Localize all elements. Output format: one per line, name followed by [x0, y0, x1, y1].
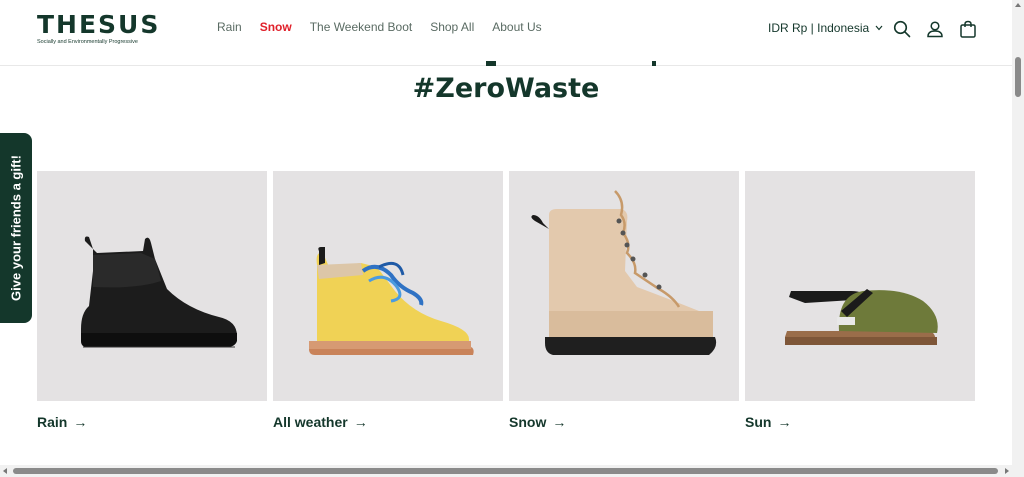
- gift-tab[interactable]: Give your friends a gift!: [0, 133, 32, 323]
- nav-item-shop-all[interactable]: Shop All: [430, 20, 474, 35]
- locale-label: IDR Rp | Indonesia: [768, 21, 870, 35]
- horizontal-scrollbar[interactable]: [0, 465, 1024, 477]
- search-icon[interactable]: [892, 19, 912, 39]
- category-link-rain[interactable]: Rain →: [37, 414, 267, 430]
- category-label-sun: Sun: [745, 414, 772, 430]
- category-card-snow[interactable]: Snow →: [509, 171, 739, 430]
- locale-selector[interactable]: IDR Rp | Indonesia: [768, 21, 883, 35]
- category-label-snow: Snow: [509, 414, 547, 430]
- brand-logo[interactable]: THESUS Socially and Environmentally Prog…: [37, 10, 161, 46]
- category-card-rain[interactable]: Rain →: [37, 171, 267, 430]
- nav-item-snow[interactable]: Snow: [260, 20, 292, 35]
- gift-tab-label: Give your friends a gift!: [8, 155, 24, 301]
- snow-boot-image[interactable]: [509, 171, 739, 401]
- account-icon[interactable]: [925, 19, 945, 39]
- arrow-right-icon: →: [777, 414, 792, 430]
- category-link-snow[interactable]: Snow →: [509, 414, 739, 430]
- section-heading: #ZeroWaste: [412, 73, 600, 104]
- brand-tagline: Socially and Environmentally Progressive: [37, 39, 138, 45]
- sun-clog-image[interactable]: [745, 171, 975, 401]
- vertical-scroll-thumb[interactable]: [1015, 57, 1021, 97]
- arrow-right-icon: →: [73, 414, 88, 430]
- category-label-rain: Rain: [37, 414, 68, 430]
- category-label-all-weather: All weather: [273, 414, 348, 430]
- scroll-right-icon[interactable]: [1005, 468, 1009, 474]
- category-link-all-weather[interactable]: All weather →: [273, 414, 503, 430]
- main-nav: Rain Snow The Weekend Boot Shop All Abou…: [217, 20, 542, 35]
- category-card-sun[interactable]: Sun →: [745, 171, 975, 430]
- category-card-all-weather[interactable]: All weather →: [273, 171, 503, 430]
- scroll-up-icon[interactable]: [1015, 3, 1021, 7]
- nav-item-rain[interactable]: Rain: [217, 20, 242, 35]
- category-link-sun[interactable]: Sun →: [745, 414, 975, 430]
- horizontal-scroll-thumb[interactable]: [13, 468, 998, 474]
- arrow-right-icon: →: [552, 414, 567, 430]
- cart-icon[interactable]: [958, 19, 978, 39]
- nav-item-about-us[interactable]: About Us: [492, 20, 541, 35]
- chevron-down-icon: [875, 25, 883, 31]
- brand-name: THESUS: [37, 10, 161, 39]
- nav-item-weekend-boot[interactable]: The Weekend Boot: [310, 20, 413, 35]
- all-weather-boot-image[interactable]: [273, 171, 503, 401]
- rain-boot-image[interactable]: [37, 171, 267, 401]
- scroll-left-icon[interactable]: [3, 468, 7, 474]
- arrow-right-icon: →: [353, 414, 368, 430]
- vertical-scrollbar[interactable]: [1012, 0, 1024, 465]
- scrolled-heading-fragment: [416, 44, 656, 66]
